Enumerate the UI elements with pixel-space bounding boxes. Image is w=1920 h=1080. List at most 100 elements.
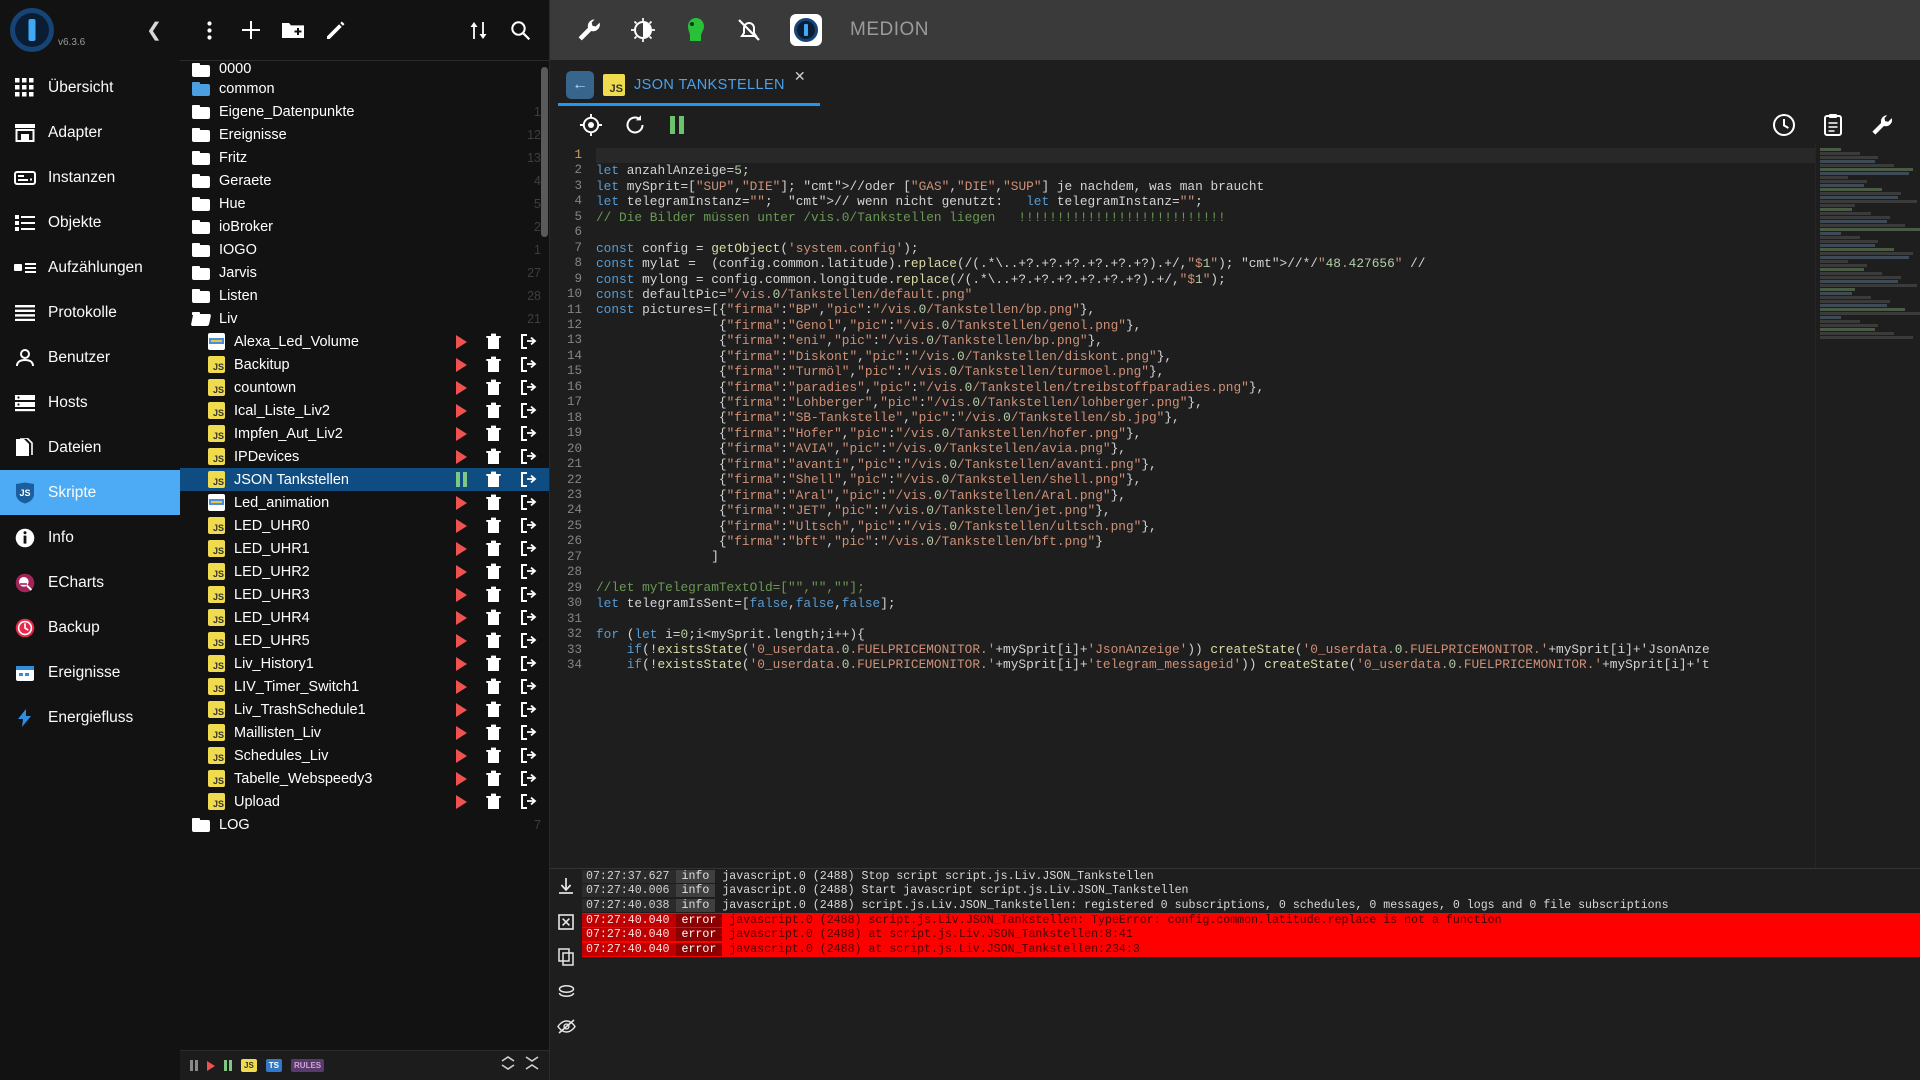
run-script-icon[interactable] xyxy=(456,334,467,349)
run-script-icon[interactable] xyxy=(456,449,467,464)
sidebar-item-backup[interactable]: Backup xyxy=(0,605,180,650)
delete-script-icon[interactable] xyxy=(486,609,501,626)
code-line[interactable]: {"firma":"Aral","pic":"/vis.0/Tankstelle… xyxy=(596,488,1815,503)
export-script-icon[interactable] xyxy=(520,356,537,373)
sidebar-item-hosts[interactable]: Hosts xyxy=(0,380,180,425)
export-script-icon[interactable] xyxy=(520,678,537,695)
code-line[interactable]: //let myTelegramTextOld=["","",""]; xyxy=(596,580,1815,595)
script-row[interactable]: JS Maillisten_Liv xyxy=(180,721,549,744)
script-row[interactable]: JS Liv_TrashSchedule1 xyxy=(180,698,549,721)
add-icon[interactable] xyxy=(232,11,270,49)
script-row[interactable]: JS Backitup xyxy=(180,353,549,376)
tree-folder-row[interactable]: ioBroker 2 xyxy=(180,215,549,238)
tab-json-tankstellen[interactable]: ← JS JSON TANKSTELLEN ✕ xyxy=(558,66,820,106)
code-line[interactable]: const pictures=[{"firma":"BP","pic":"/vi… xyxy=(596,302,1815,317)
tree-folder-row[interactable]: 0000 xyxy=(180,63,549,77)
sidebar-item-aufz-hlungen[interactable]: Aufzählungen xyxy=(0,245,180,290)
code-line[interactable]: const config = getObject('system.config'… xyxy=(596,241,1815,256)
collapse-icon[interactable] xyxy=(525,1056,539,1075)
run-script-icon[interactable] xyxy=(456,541,467,556)
tree-folder-row-liv[interactable]: Liv 21 xyxy=(180,307,549,330)
delete-script-icon[interactable] xyxy=(486,425,501,442)
code-line[interactable]: {"firma":"bft","pic":"/vis.0/Tankstellen… xyxy=(596,534,1815,549)
run-script-icon[interactable] xyxy=(456,702,467,717)
run-script-icon[interactable] xyxy=(456,633,467,648)
history-icon[interactable] xyxy=(1772,113,1796,137)
wrench-icon[interactable] xyxy=(576,17,602,43)
code-line[interactable]: for (let i=0;i<mySprit.length;i++){ xyxy=(596,627,1815,642)
sidebar-item-protokolle[interactable]: Protokolle xyxy=(0,290,180,335)
code-line[interactable]: {"firma":"JET","pic":"/vis.0/Tankstellen… xyxy=(596,503,1815,518)
code-minimap[interactable] xyxy=(1815,144,1920,868)
run-script-icon[interactable] xyxy=(456,771,467,786)
code-line[interactable]: const defaultPic="/vis.0/Tankstellen/def… xyxy=(596,287,1815,302)
delete-script-icon[interactable] xyxy=(486,494,501,511)
tree-folder-row[interactable]: common xyxy=(180,77,549,100)
delete-script-icon[interactable] xyxy=(486,793,501,810)
delete-script-icon[interactable] xyxy=(486,448,501,465)
code-line[interactable]: {"firma":"Hofer","pic":"/vis.0/Tankstell… xyxy=(596,426,1815,441)
code-line[interactable]: let telegramIsSent=[false,false,false]; xyxy=(596,596,1815,611)
pause-script-icon[interactable] xyxy=(456,472,467,487)
expand-icon[interactable] xyxy=(501,1056,515,1075)
tree-folder-row[interactable]: Hue 5 xyxy=(180,192,549,215)
mini-pause-grey-icon[interactable] xyxy=(190,1060,198,1071)
code-line[interactable]: const mylong = config.common.longitude.r… xyxy=(596,272,1815,287)
restart-icon[interactable] xyxy=(624,114,646,136)
export-script-icon[interactable] xyxy=(520,517,537,534)
sidebar-item-energiefluss[interactable]: Energiefluss xyxy=(0,695,180,740)
delete-script-icon[interactable] xyxy=(486,379,501,396)
new-folder-icon[interactable] xyxy=(274,11,312,49)
mini-play-icon[interactable] xyxy=(207,1060,215,1071)
log-row[interactable]: 07:27:40.006 info javascript.0 (2488) Star… xyxy=(582,884,1920,899)
arrow-left-icon[interactable]: ← xyxy=(566,70,594,99)
tree-folder-row[interactable]: IOGO 1 xyxy=(180,238,549,261)
green-person-icon[interactable] xyxy=(684,17,708,43)
code-line[interactable]: let anzahlAnzeige=5; xyxy=(596,163,1815,178)
script-row[interactable]: JS Ical_Liste_Liv2 xyxy=(180,399,549,422)
script-row[interactable]: JS LIV_Timer_Switch1 xyxy=(180,675,549,698)
delete-script-icon[interactable] xyxy=(486,770,501,787)
sidebar-item-ereignisse[interactable]: Ereignisse xyxy=(0,650,180,695)
pause-icon[interactable] xyxy=(668,115,686,135)
script-row[interactable]: JS LED_UHR3 xyxy=(180,583,549,606)
delete-script-icon[interactable] xyxy=(486,471,501,488)
code-line[interactable]: {"firma":"Lohberger","pic":"/vis.0/Tanks… xyxy=(596,395,1815,410)
filter-chip-rules[interactable]: RULES xyxy=(291,1059,325,1072)
search-icon[interactable] xyxy=(501,11,539,49)
export-script-icon[interactable] xyxy=(520,747,537,764)
script-row[interactable]: JS JSON Tankstellen xyxy=(180,468,549,491)
tree-folder-row[interactable]: Fritz 13 xyxy=(180,146,549,169)
locate-icon[interactable] xyxy=(580,114,602,136)
filter-chip-js[interactable]: JS xyxy=(241,1059,257,1072)
delete-script-icon[interactable] xyxy=(486,586,501,603)
script-row[interactable]: JS LED_UHR1 xyxy=(180,537,549,560)
settings-wrench-icon[interactable] xyxy=(1870,113,1894,137)
delete-script-icon[interactable] xyxy=(486,701,501,718)
run-script-icon[interactable] xyxy=(456,748,467,763)
run-script-icon[interactable] xyxy=(456,725,467,740)
brightness-icon[interactable] xyxy=(630,17,656,43)
sort-icon[interactable] xyxy=(459,11,497,49)
filter-chip-ts[interactable]: TS xyxy=(265,1059,283,1072)
edit-icon[interactable] xyxy=(316,11,354,49)
export-script-icon[interactable] xyxy=(520,632,537,649)
close-icon[interactable]: ✕ xyxy=(794,68,806,85)
sidebar-item-instanzen[interactable]: Instanzen xyxy=(0,155,180,200)
export-script-icon[interactable] xyxy=(520,586,537,603)
eye-off-icon[interactable] xyxy=(556,1019,576,1034)
script-row[interactable]: Led_animation xyxy=(180,491,549,514)
clear-icon[interactable] xyxy=(558,914,574,930)
tree-folder-row[interactable]: Ereignisse 12 xyxy=(180,123,549,146)
download-icon[interactable] xyxy=(558,878,574,896)
bell-off-icon[interactable] xyxy=(736,17,762,43)
code-line[interactable] xyxy=(596,225,1815,240)
export-script-icon[interactable] xyxy=(520,540,537,557)
code-line[interactable] xyxy=(596,611,1815,626)
delete-script-icon[interactable] xyxy=(486,563,501,580)
log-row[interactable]: 07:27:40.038 info javascript.0 (2488) scri… xyxy=(582,898,1920,913)
export-script-icon[interactable] xyxy=(520,425,537,442)
run-script-icon[interactable] xyxy=(456,656,467,671)
run-script-icon[interactable] xyxy=(456,794,467,809)
sidebar-item-objekte[interactable]: Objekte xyxy=(0,200,180,245)
